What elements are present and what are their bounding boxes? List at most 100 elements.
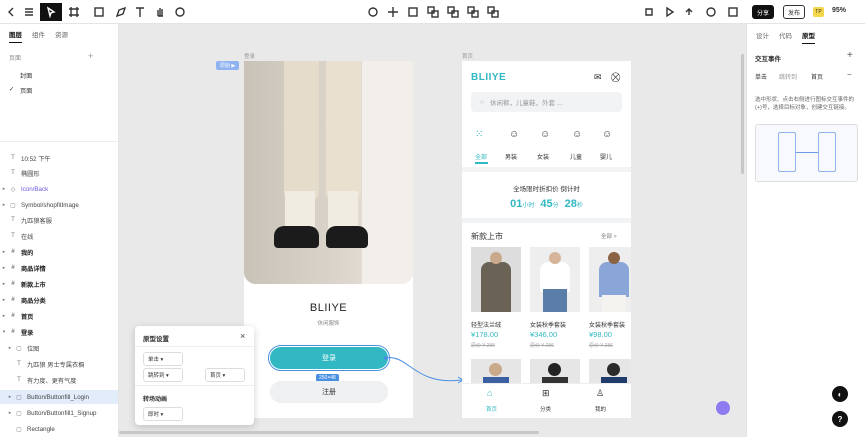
frame-label-home[interactable]: 首页 bbox=[462, 52, 473, 60]
assistant-icon[interactable] bbox=[716, 401, 730, 415]
layer-frame[interactable]: ▸ # 商品详情 bbox=[0, 261, 118, 275]
intersect-icon[interactable] bbox=[464, 3, 482, 21]
rectangle-tool-icon[interactable] bbox=[90, 3, 108, 21]
layer-frame[interactable]: ▸ # 商品分类 bbox=[0, 293, 118, 307]
tab-code[interactable]: 代码 bbox=[779, 30, 792, 44]
union-icon[interactable] bbox=[424, 3, 442, 21]
men-icon[interactable]: ☺ bbox=[509, 129, 519, 140]
subtract-icon[interactable] bbox=[444, 3, 462, 21]
layer-item[interactable]: T 在线 bbox=[0, 229, 118, 243]
remove-interaction-icon[interactable]: − bbox=[847, 70, 852, 79]
event-action[interactable]: 跳转到 bbox=[779, 72, 797, 81]
layer-frame[interactable]: ▾ # 登录 bbox=[0, 325, 118, 339]
canvas[interactable]: 登录 首页 原始 ▶ BLIIYE 休闲服饰 登录 250×48 注册 BLII… bbox=[119, 24, 746, 437]
share-button[interactable]: 分享 bbox=[752, 5, 774, 19]
text-tool-icon[interactable] bbox=[131, 3, 149, 21]
nav-profile[interactable]: 我的 bbox=[595, 405, 606, 413]
exclude-icon[interactable] bbox=[484, 3, 502, 21]
frame-tool-icon[interactable] bbox=[65, 3, 83, 21]
layer-item-selected[interactable]: ▸ ▢ Button/Buttonfill_Login bbox=[0, 390, 118, 404]
tab-prototype[interactable]: 原型 bbox=[802, 30, 815, 44]
layer-item[interactable]: T 椭圆形 bbox=[0, 166, 118, 180]
layer-frame[interactable]: ▸ # 首页 bbox=[0, 309, 118, 323]
user-avatar[interactable]: TP bbox=[813, 7, 824, 17]
page-cover[interactable]: 封面 bbox=[20, 71, 32, 80]
trigger-select[interactable]: 单击 ▾ bbox=[143, 352, 183, 366]
home-frame[interactable]: BLIIYE ✉ ⛒ ○ 休闲裤，儿童鞋，外套 … ⁙ ☺ ☺ ☺ ☺ 全部 男装… bbox=[462, 61, 631, 418]
align-icon[interactable] bbox=[384, 3, 402, 21]
upload-icon[interactable] bbox=[680, 3, 698, 21]
kids-icon[interactable]: ☺ bbox=[572, 129, 582, 140]
layer-item[interactable]: ▸ ▢ 位图 bbox=[0, 341, 118, 355]
transition-select[interactable]: 即时 ▾ bbox=[143, 407, 183, 421]
home-icon[interactable]: ⌂ bbox=[487, 388, 492, 398]
horizontal-scrollbar[interactable] bbox=[119, 431, 539, 434]
all-icon[interactable]: ⁙ bbox=[475, 129, 483, 140]
layer-item[interactable]: ▢ Rectangle bbox=[0, 422, 118, 436]
play-icon[interactable] bbox=[660, 3, 678, 21]
target-select[interactable]: 首页 ▾ bbox=[205, 368, 245, 382]
tab-baby[interactable]: 婴儿 bbox=[600, 152, 612, 161]
add-interaction-icon[interactable]: + bbox=[847, 50, 853, 61]
layer-item[interactable]: ▸ ▢ Button/Buttonfill1_Signup bbox=[0, 406, 118, 420]
product-image[interactable] bbox=[471, 247, 521, 312]
page-icon[interactable] bbox=[724, 3, 742, 21]
add-page-icon[interactable]: + bbox=[88, 51, 93, 61]
boolean-icon[interactable] bbox=[364, 3, 382, 21]
hand-tool-icon[interactable] bbox=[151, 3, 169, 21]
event-target[interactable]: 首页 bbox=[811, 72, 823, 81]
vertical-scrollbar[interactable] bbox=[741, 54, 744, 174]
pen-tool-icon[interactable] bbox=[112, 3, 130, 21]
frame-label-login[interactable]: 登录 bbox=[244, 52, 255, 60]
frame-layer-icon: ▢ bbox=[16, 394, 22, 401]
cart-icon[interactable]: ⛒ bbox=[611, 72, 620, 83]
layer-item[interactable]: ▸ ▢ Symbol/shopfitImage bbox=[0, 198, 118, 212]
tab-all[interactable]: 全部 bbox=[475, 152, 487, 161]
history-icon[interactable] bbox=[702, 3, 720, 21]
product-image[interactable] bbox=[530, 247, 580, 312]
theme-toggle-icon[interactable]: ◐ bbox=[832, 386, 848, 402]
help-icon[interactable]: ? bbox=[832, 411, 848, 427]
layer-item[interactable]: T 九匹狼 男士专属衣橱 bbox=[0, 357, 118, 371]
tab-men[interactable]: 男装 bbox=[505, 152, 517, 161]
view-all-link[interactable]: 全部 > bbox=[601, 232, 617, 240]
layer-item[interactable]: T 九匹狼客服 bbox=[0, 213, 118, 227]
layer-frame[interactable]: ▸ # 我的 bbox=[0, 245, 118, 259]
nav-home[interactable]: 首页 bbox=[486, 405, 497, 413]
menu-icon[interactable] bbox=[20, 3, 38, 21]
action-select[interactable]: 跳转到 ▾ bbox=[143, 368, 183, 382]
profile-icon[interactable]: ♙ bbox=[596, 388, 604, 399]
page-main[interactable]: 页面 bbox=[20, 86, 32, 95]
zoom-level[interactable]: 95% bbox=[832, 7, 846, 14]
layer-item[interactable]: T 有力度、更有气度 bbox=[0, 373, 118, 387]
baby-icon[interactable]: ☺ bbox=[602, 129, 612, 140]
layer-frame[interactable]: ▸ # 新款上市 bbox=[0, 277, 118, 291]
comment-tool-icon[interactable] bbox=[171, 3, 189, 21]
login-button[interactable]: 登录 bbox=[268, 345, 390, 371]
layer-item[interactable]: ▸ ◇ Icon/Back bbox=[0, 182, 118, 196]
nav-category[interactable]: 分类 bbox=[540, 405, 551, 413]
message-icon[interactable]: ✉ bbox=[594, 72, 602, 83]
plugin-icon[interactable] bbox=[640, 3, 658, 21]
category-icon[interactable]: ⊞ bbox=[542, 388, 550, 399]
event-trigger[interactable]: 单击 bbox=[755, 72, 767, 81]
women-icon[interactable]: ☺ bbox=[540, 129, 550, 140]
search-input[interactable]: ○ 休闲裤，儿童鞋，外套 … bbox=[471, 92, 622, 112]
layer-item[interactable]: T 10:52 下午 bbox=[0, 151, 118, 165]
prototype-link-arrow[interactable] bbox=[384, 344, 469, 389]
tab-kids[interactable]: 儿童 bbox=[570, 152, 582, 161]
tab-layers[interactable]: 图层 bbox=[9, 29, 22, 43]
login-slogan: 休闲服饰 bbox=[317, 321, 340, 327]
close-icon[interactable]: × bbox=[240, 331, 245, 341]
publish-button[interactable]: 发布 bbox=[783, 5, 805, 19]
product-image[interactable] bbox=[589, 247, 631, 312]
back-icon[interactable] bbox=[2, 3, 20, 21]
prototype-start-tag[interactable]: 原始 ▶ bbox=[216, 61, 240, 70]
tab-assets[interactable]: 资源 bbox=[55, 29, 68, 43]
move-tool-icon[interactable] bbox=[40, 3, 62, 21]
tab-components[interactable]: 组件 bbox=[32, 29, 45, 43]
layout-icon[interactable] bbox=[404, 3, 422, 21]
tab-design[interactable]: 设计 bbox=[756, 30, 769, 44]
signup-button[interactable]: 注册 bbox=[270, 381, 388, 403]
tab-women[interactable]: 女装 bbox=[537, 152, 549, 161]
